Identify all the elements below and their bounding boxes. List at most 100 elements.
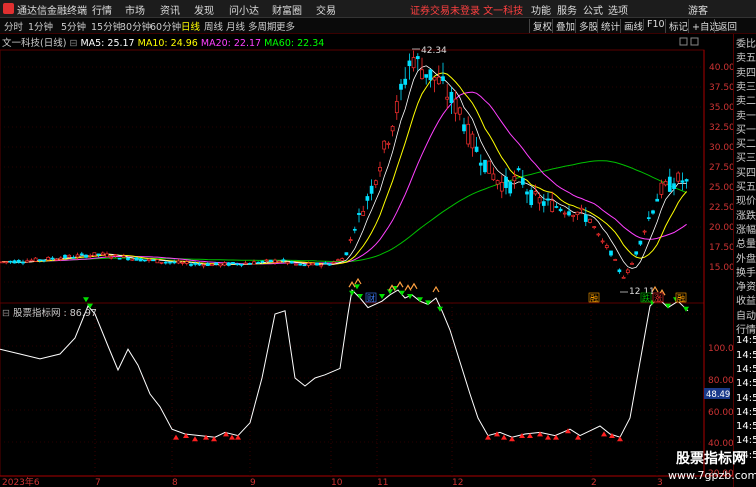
event-marker-rise[interactable]: 涨 xyxy=(654,293,662,303)
candle-body xyxy=(424,74,429,78)
candle-body xyxy=(533,191,538,195)
sell-signal-marker xyxy=(399,290,405,296)
menu-service[interactable]: 服务 xyxy=(557,2,577,17)
candle-body xyxy=(340,258,345,261)
candle-body xyxy=(680,180,685,183)
period-more[interactable]: 更多 xyxy=(276,19,295,33)
menu-trade[interactable]: 交易 xyxy=(316,2,336,17)
period-daily[interactable]: 日线 xyxy=(181,19,200,33)
period-multi[interactable]: 多周期 xyxy=(248,19,277,33)
side-panel-item: 14:50 xyxy=(736,349,756,361)
kline-chart[interactable]: 40.00 37.50 35.00 32.50 30.00 27.50 25.0… xyxy=(0,34,733,487)
menu-ask[interactable]: 问小达 xyxy=(229,2,259,17)
period-1min[interactable]: 1分钟 xyxy=(28,19,53,33)
candle-body xyxy=(302,264,307,267)
candle-body xyxy=(336,259,340,262)
ma-info-line: 文一科技(日线) ⊟ MA5: 25.17 MA10: 24.96 MA20: … xyxy=(2,35,324,49)
candle-body xyxy=(411,57,416,69)
period-60min[interactable]: 60分钟 xyxy=(150,19,181,33)
menu-market[interactable]: 行情 xyxy=(92,2,112,17)
period-15min[interactable]: 15分钟 xyxy=(91,19,122,33)
candle-body xyxy=(512,176,517,182)
menu-formula[interactable]: 公式 xyxy=(583,2,603,17)
candle-body xyxy=(222,262,227,266)
menu-function[interactable]: 功能 xyxy=(531,2,551,17)
side-panel-item: 14:50 xyxy=(736,435,756,447)
peak-signal-marker xyxy=(396,281,404,288)
candle-body xyxy=(617,269,622,273)
candle-body xyxy=(378,167,382,172)
collapse-icon[interactable]: ⊟ xyxy=(69,38,80,49)
side-panel-item: 行情 xyxy=(736,325,756,336)
window-maximize-icon[interactable] xyxy=(690,37,699,46)
period-5min[interactable]: 5分钟 xyxy=(61,19,86,33)
candle-body xyxy=(403,78,408,85)
event-marker-finance[interactable]: 财 xyxy=(367,293,375,303)
date-tick: 9 xyxy=(250,478,256,487)
candle-body xyxy=(399,83,403,90)
candle-body xyxy=(558,208,563,212)
menu-discover[interactable]: 发现 xyxy=(194,2,214,17)
menu-wealth[interactable]: 财富圈 xyxy=(272,2,302,17)
candle-body xyxy=(310,262,315,266)
candle-body xyxy=(147,258,151,261)
candle-body xyxy=(621,276,626,279)
f10-button[interactable]: F10 xyxy=(643,19,665,30)
price-tick: 17.50 xyxy=(709,243,733,253)
login-notice[interactable]: 证券交易未登录 文一科技 xyxy=(410,2,523,17)
restore-rights-button[interactable]: 复权 xyxy=(529,19,552,33)
candle-body xyxy=(159,261,164,264)
side-panel-item: 买五 xyxy=(736,182,756,193)
window-restore-icon[interactable] xyxy=(679,37,688,46)
candle-body xyxy=(571,214,576,217)
candle-body xyxy=(172,261,177,264)
candle-body xyxy=(676,172,681,182)
candle-body xyxy=(235,263,240,266)
event-marker-margin-2[interactable]: 融 xyxy=(677,293,685,303)
indicator-line xyxy=(0,288,689,438)
event-marker-margin[interactable]: 融 xyxy=(590,293,598,303)
period-monthly[interactable]: 月线 xyxy=(226,19,245,33)
multi-stock-button[interactable]: 多股 xyxy=(575,19,598,33)
period-weekly[interactable]: 周线 xyxy=(204,19,223,33)
candle-body xyxy=(306,262,311,266)
candle-body xyxy=(37,259,42,261)
candle-body xyxy=(46,257,51,261)
side-panel-item: 涨幅 xyxy=(736,224,756,236)
menu-exchange[interactable]: 市场 xyxy=(125,2,145,17)
ma20-line xyxy=(2,91,687,265)
ma5-label: MA5: 25.17 xyxy=(80,38,135,49)
event-marker-fall[interactable]: 跌 xyxy=(642,293,650,303)
candle-body xyxy=(462,124,466,132)
candle-body xyxy=(638,240,643,245)
candle-body xyxy=(550,200,555,212)
mark-button[interactable]: 标记 xyxy=(665,19,688,33)
price-tick: 20.00 xyxy=(709,223,733,233)
chart-grid xyxy=(0,66,704,476)
candle-body xyxy=(25,260,30,263)
stats-button[interactable]: 统计 xyxy=(597,19,620,33)
candle-body xyxy=(487,160,492,174)
candle-body xyxy=(63,254,67,259)
draw-line-button[interactable]: 画线 xyxy=(620,19,643,33)
price-tick: 15.00 xyxy=(709,263,733,273)
side-panel-item: 买三 xyxy=(736,153,756,165)
sell-signal-marker xyxy=(683,306,689,312)
indicator-collapse-icon[interactable]: ⊟ xyxy=(2,308,13,319)
candle-body xyxy=(285,261,290,264)
candle-body xyxy=(390,125,395,132)
main-chart-frame xyxy=(0,49,705,304)
candle-body xyxy=(226,262,231,266)
overlay-button[interactable]: 叠加 xyxy=(552,19,575,33)
candle-body xyxy=(214,262,219,265)
back-button[interactable]: 返回 xyxy=(714,19,737,33)
period-30min[interactable]: 30分钟 xyxy=(120,19,151,33)
price-tick: 27.50 xyxy=(709,163,733,173)
buy-signal-marker xyxy=(203,434,209,440)
period-intraday[interactable]: 分时 xyxy=(4,19,23,33)
menu-news[interactable]: 资讯 xyxy=(160,2,180,17)
menu-guest[interactable]: 游客 xyxy=(688,2,708,17)
candle-body xyxy=(247,263,252,265)
candle-body xyxy=(134,257,139,261)
menu-options[interactable]: 选项 xyxy=(608,2,628,17)
